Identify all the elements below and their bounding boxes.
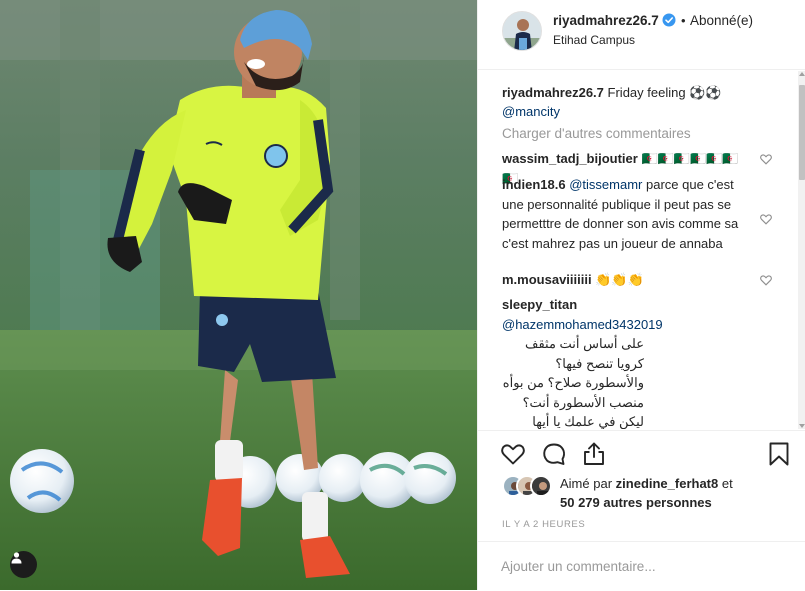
post-timestamp[interactable]: IL Y A 2 HEURES: [502, 519, 585, 530]
comment-like-heart-icon[interactable]: [760, 153, 772, 165]
author-username[interactable]: riyadmahrez26.7: [553, 13, 659, 28]
post-side-panel: riyadmahrez26.7 • Abonné(e) Etihad Campu…: [477, 0, 805, 590]
post-actions: Aimé par zinedine_ferhat8 et 50 279 autr…: [478, 430, 805, 590]
instagram-post-modal: riyadmahrez26.7 • Abonné(e) Etihad Campu…: [0, 0, 805, 590]
likes-summary[interactable]: Aimé par zinedine_ferhat8 et 50 279 autr…: [560, 474, 760, 512]
heart-icon[interactable]: [500, 441, 526, 467]
comments-list[interactable]: riyadmahrez26.7 Friday feeling ⚽️⚽️ @man…: [478, 71, 798, 429]
likes-count[interactable]: 50 279 autres personnes: [560, 495, 712, 510]
comment-like-heart-icon[interactable]: [760, 213, 772, 225]
comment-text: على أساس أنت مثقف كرويا تنصح فيها؟ والأس…: [502, 336, 644, 429]
scroll-up-arrow-icon[interactable]: [799, 72, 805, 76]
comments-scrollbar[interactable]: [798, 71, 805, 429]
comment-item: sleepy_titan @hazemmohamed3432019 على أس…: [502, 295, 752, 429]
post-header: riyadmahrez26.7 • Abonné(e) Etihad Campu…: [478, 0, 805, 70]
comment-username[interactable]: m.mousaviiiiiii: [502, 272, 592, 287]
comment-mention[interactable]: @hazemmohamed3432019: [502, 317, 663, 332]
header-separator: •: [681, 13, 686, 28]
comment-item: indien18.6 @tissemamr parce que c'est un…: [502, 175, 752, 253]
comment-mention[interactable]: @tissemamr: [569, 177, 642, 192]
comment-username[interactable]: wassim_tadj_bijoutier: [502, 151, 638, 166]
post-caption: riyadmahrez26.7 Friday feeling ⚽️⚽️ @man…: [502, 83, 747, 121]
bookmark-icon[interactable]: [766, 441, 792, 467]
likes-prefix: Aimé par: [560, 476, 613, 491]
comment-like-heart-icon[interactable]: [760, 274, 772, 286]
author-avatar[interactable]: [502, 11, 542, 51]
comment-text: 👏👏👏: [595, 272, 644, 287]
post-image: [0, 0, 477, 590]
scroll-thumb[interactable]: [799, 85, 805, 180]
add-comment-bar: [478, 541, 805, 591]
comment-username[interactable]: indien18.6: [502, 177, 566, 192]
post-photo[interactable]: [0, 0, 477, 590]
share-icon[interactable]: [581, 441, 607, 467]
follow-status-button[interactable]: Abonné(e): [690, 13, 753, 28]
post-location[interactable]: Etihad Campus: [553, 33, 635, 47]
comment-icon[interactable]: [541, 441, 567, 467]
caption-username[interactable]: riyadmahrez26.7: [502, 85, 604, 100]
user-tag-icon[interactable]: [10, 551, 37, 578]
verified-badge-icon: [662, 13, 676, 27]
caption-mention[interactable]: @mancity: [502, 104, 560, 119]
likers-avatars[interactable]: [502, 475, 554, 497]
comment-item: m.mousaviiiiiii 👏👏👏: [502, 270, 752, 290]
likes-middle: et: [721, 476, 733, 491]
add-comment-input[interactable]: [501, 556, 771, 576]
comment-username[interactable]: sleepy_titan: [502, 297, 577, 312]
likes-user[interactable]: zinedine_ferhat8: [616, 476, 719, 491]
caption-text: Friday feeling ⚽️⚽️: [607, 85, 722, 100]
load-more-comments-button[interactable]: Charger d'autres commentaires: [502, 126, 691, 141]
scroll-down-arrow-icon[interactable]: [799, 424, 805, 428]
liker-avatar[interactable]: [530, 475, 552, 497]
